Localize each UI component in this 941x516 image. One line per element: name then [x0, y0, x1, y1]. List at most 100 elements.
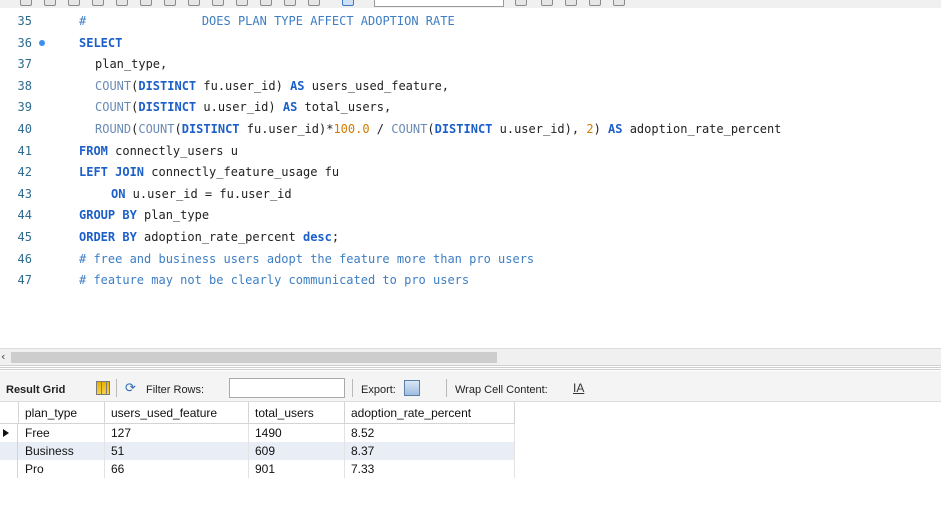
find-icon[interactable] [308, 0, 320, 6]
rollback-icon[interactable] [212, 0, 224, 6]
code-line[interactable]: 36 SELECT [0, 32, 941, 54]
limit-rows-select[interactable] [374, 0, 504, 7]
code-line[interactable]: 45 ORDER BY adoption_rate_percent desc; [0, 226, 941, 248]
table-row[interactable]: Pro 66 901 7.33 [0, 460, 515, 478]
autocommit-icon[interactable] [236, 0, 248, 6]
code-token: plan_type [136, 208, 210, 223]
add-snippet-icon[interactable] [515, 0, 527, 6]
code-text[interactable]: ON u.user_id = fu.user_id [111, 183, 292, 205]
column-header[interactable]: total_users [249, 402, 345, 424]
code-token: # free and business users adopt the feat… [79, 251, 535, 266]
toolbar-divider [446, 379, 447, 397]
toggle-output-icon[interactable] [589, 0, 601, 6]
export-icon[interactable] [404, 380, 420, 396]
continue-on-error-icon[interactable] [164, 0, 176, 6]
code-token: DISTINCT [434, 122, 493, 136]
open-file-icon[interactable] [20, 0, 32, 6]
toggle-panel-icon[interactable] [613, 0, 625, 6]
code-line[interactable]: 46 # free and business users adopt the fe… [0, 248, 941, 270]
code-line[interactable]: 47 # feature may not be clearly communica… [0, 269, 941, 291]
scroll-left-icon[interactable]: ‹ [1, 349, 5, 365]
code-line[interactable]: 35 # DOES PLAN TYPE AFFECT ADOPTION RATE [0, 10, 941, 32]
invisible-chars-icon[interactable] [342, 0, 354, 6]
code-text[interactable]: LEFT JOIN connectly_feature_usage fu [79, 161, 339, 183]
table-cell[interactable]: 901 [249, 460, 345, 478]
code-text[interactable]: SELECT [79, 32, 122, 54]
query-stats-icon[interactable] [565, 0, 577, 6]
code-text[interactable]: plan_type, [95, 53, 167, 75]
code-text[interactable]: # free and business users adopt the feat… [79, 248, 534, 270]
line-number: 45 [17, 230, 32, 244]
table-cell[interactable]: 7.33 [345, 460, 515, 478]
save-icon[interactable] [44, 0, 56, 6]
code-token: total_users, [297, 100, 392, 115]
table-cell[interactable]: Free [19, 424, 105, 442]
code-token: connectly_users u [107, 143, 238, 158]
column-header[interactable]: users_used_feature [105, 402, 249, 424]
scrollbar-thumb[interactable] [11, 352, 497, 363]
code-token: ( [427, 122, 435, 136]
grid-icon[interactable] [96, 381, 110, 395]
table-cell[interactable]: Business [19, 442, 105, 460]
table-cell[interactable]: 8.52 [345, 424, 515, 442]
code-text[interactable]: # DOES PLAN TYPE AFFECT ADOPTION RATE [79, 10, 455, 32]
code-token: ( [174, 122, 182, 136]
code-token: plan_type, [95, 57, 168, 72]
limit-icon[interactable] [260, 0, 272, 6]
code-line[interactable]: 37 plan_type, [0, 53, 941, 75]
column-header[interactable]: adoption_rate_percent [345, 402, 515, 424]
stop-icon[interactable] [140, 0, 152, 6]
code-text[interactable]: COUNT(DISTINCT fu.user_id) AS users_used… [95, 75, 449, 97]
code-token: users_used_feature, [304, 78, 450, 93]
code-token: fu.user_id)* [239, 122, 334, 136]
column-header[interactable]: plan_type [19, 402, 105, 424]
table-cell[interactable]: 127 [105, 424, 249, 442]
code-token: # feature may not be clearly communicate… [79, 273, 470, 288]
toolbar-divider [116, 379, 117, 397]
code-line[interactable]: 42 LEFT JOIN connectly_feature_usage fu [0, 161, 941, 183]
table-cell[interactable]: 1490 [249, 424, 345, 442]
code-token: FROM [79, 143, 108, 158]
table-row[interactable]: Business 51 609 8.37 [0, 442, 515, 460]
code-line[interactable]: 38 COUNT(DISTINCT fu.user_id) AS users_us… [0, 75, 941, 97]
wrap-cell-icon[interactable]: IA [573, 381, 584, 395]
sql-editor[interactable]: 35 # DOES PLAN TYPE AFFECT ADOPTION RATE 3… [0, 8, 941, 348]
table-cell[interactable]: 66 [105, 460, 249, 478]
code-token: GROUP BY [79, 208, 137, 223]
code-text[interactable]: GROUP BY plan_type [79, 204, 209, 226]
code-line[interactable]: 43 ON u.user_id = fu.user_id [0, 183, 941, 205]
explain-icon[interactable] [116, 0, 128, 6]
code-text[interactable]: FROM connectly_users u [79, 140, 238, 162]
table-cell[interactable]: Pro [19, 460, 105, 478]
result-grid[interactable]: plan_type users_used_feature total_users… [0, 402, 941, 516]
execute-current-icon[interactable] [92, 0, 104, 6]
code-line[interactable]: 44 GROUP BY plan_type [0, 204, 941, 226]
code-text[interactable]: # feature may not be clearly communicate… [79, 269, 469, 291]
code-token: desc [302, 230, 332, 244]
beautify-icon[interactable] [284, 0, 296, 6]
code-line[interactable]: 39 COUNT(DISTINCT u.user_id) AS total_use… [0, 96, 941, 118]
code-token: u.user_id) [196, 100, 283, 115]
table-cell[interactable]: 8.37 [345, 442, 515, 460]
code-line[interactable]: 41 FROM connectly_users u [0, 140, 941, 162]
table-cell[interactable]: 51 [105, 442, 249, 460]
table-cell[interactable]: 609 [249, 442, 345, 460]
result-grid-tab[interactable]: Result Grid [6, 383, 65, 397]
editor-horizontal-scrollbar[interactable]: ‹ [0, 348, 941, 365]
execute-icon[interactable] [68, 0, 80, 6]
code-text[interactable]: COUNT(DISTINCT u.user_id) AS total_users… [95, 96, 391, 118]
commit-icon[interactable] [188, 0, 200, 6]
table-row[interactable]: Free 127 1490 8.52 [0, 424, 515, 442]
line-number: 41 [17, 143, 32, 158]
code-token: ORDER BY [79, 230, 137, 244]
code-text[interactable]: ROUND(COUNT(DISTINCT fu.user_id)*100.0 /… [95, 118, 781, 140]
word-wrap-icon[interactable] [541, 0, 553, 6]
code-token: LEFT JOIN [79, 165, 145, 180]
code-text[interactable]: ORDER BY adoption_rate_percent desc; [79, 226, 339, 248]
filter-rows-label: Filter Rows: [146, 384, 205, 396]
code-line[interactable]: 40 ROUND(COUNT(DISTINCT fu.user_id)*100.0… [0, 118, 941, 140]
code-token: AS [282, 100, 298, 115]
code-token: COUNT [95, 100, 132, 115]
filter-rows-input[interactable] [229, 378, 345, 398]
code-token: COUNT [138, 122, 175, 136]
